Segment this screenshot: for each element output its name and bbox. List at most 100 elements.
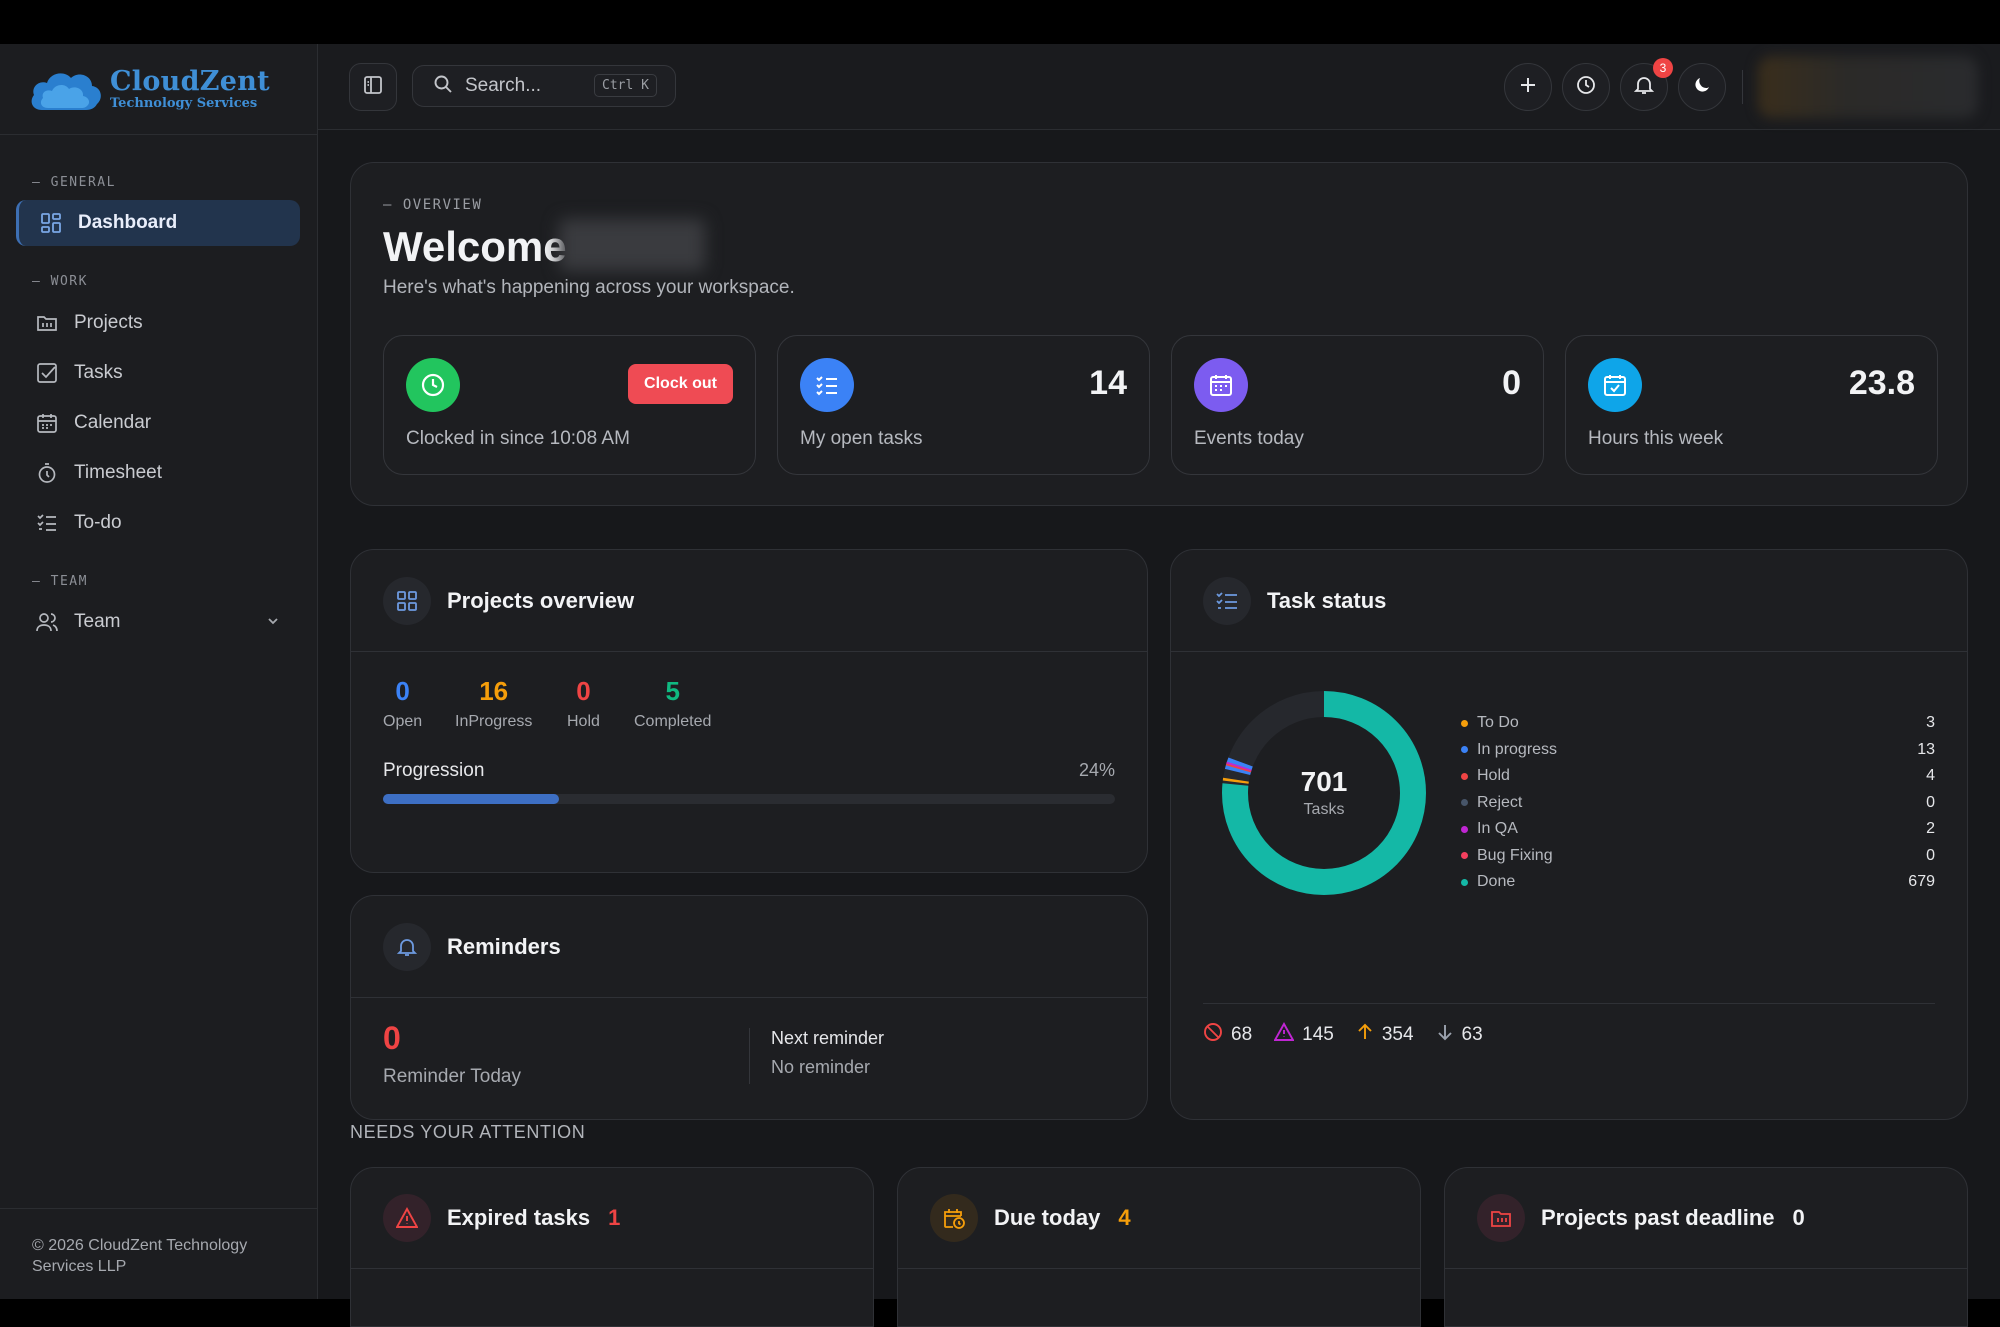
notifications-button[interactable]: 3	[1620, 58, 1673, 111]
search-input[interactable]: Search... Ctrl K	[412, 65, 676, 107]
card-title: Projects overview	[447, 587, 635, 613]
card-title: Reminders	[447, 933, 561, 959]
project-stat-completed[interactable]: 5 Completed	[634, 676, 711, 731]
sidebar-item-tasks[interactable]: Tasks	[16, 350, 300, 396]
legend-value: 0	[1926, 793, 1935, 811]
legend-label: Reject	[1477, 793, 1523, 811]
sidebar-item-team[interactable]: Team	[16, 599, 300, 645]
summary-high-priority[interactable]: 354	[1356, 1023, 1414, 1047]
legend-dot	[1461, 719, 1468, 727]
bell-icon	[383, 922, 431, 971]
card-title: Expired tasks	[447, 1205, 591, 1230]
expired-tasks-card[interactable]: Expired tasks 1	[350, 1167, 874, 1327]
summary-low-priority[interactable]: 63	[1436, 1023, 1483, 1047]
card-title: Due today	[994, 1205, 1101, 1230]
stat-value: 0	[576, 676, 591, 706]
warning-icon	[383, 1194, 431, 1242]
notification-count-badge: 3	[1653, 58, 1673, 78]
search-shortcut-hint: Ctrl K	[594, 74, 657, 97]
sidebar-footer-copyright: © 2026 CloudZent Technology Services LLP	[0, 1208, 317, 1299]
legend-value: 3	[1926, 714, 1935, 731]
sidebar-item-todo[interactable]: To-do	[16, 500, 300, 546]
sidebar-item-label: Calendar	[74, 412, 152, 433]
sidebar-item-calendar[interactable]: Calendar	[16, 400, 300, 446]
user-menu-avatar[interactable]	[1758, 56, 1978, 118]
checkbox-icon	[36, 362, 58, 384]
stat-label: Clocked in since 10:08 AM	[406, 428, 630, 449]
projects-overview-card: Projects overview 0 Open 16 InProgress 0…	[350, 549, 1148, 873]
progression-label: Progression	[383, 760, 485, 781]
stat-card-events-today[interactable]: 0 Events today	[1171, 335, 1544, 475]
legend-dot	[1461, 878, 1468, 886]
summary-overdue[interactable]: 68	[1203, 1022, 1252, 1048]
users-icon	[36, 611, 58, 633]
theme-toggle-button[interactable]	[1678, 63, 1726, 111]
clock-out-button[interactable]: Clock out	[628, 364, 733, 404]
legend-item-reject[interactable]: Reject 0	[1461, 790, 1935, 816]
legend-label: To Do	[1477, 714, 1519, 731]
brand-logo[interactable]: CloudZent Technology Services	[0, 44, 317, 135]
calendar-check-icon	[1588, 358, 1642, 412]
chevron-down-icon[interactable]	[266, 612, 280, 634]
project-stat-inprogress[interactable]: 16 InProgress	[455, 676, 532, 731]
stat-value: 5	[665, 676, 680, 706]
sidebar-item-projects[interactable]: Projects	[16, 300, 300, 346]
clock-icon	[1576, 75, 1596, 100]
cloud-logo-icon	[31, 73, 101, 110]
plus-icon	[1519, 76, 1537, 99]
grid-icon	[40, 212, 62, 234]
stat-label: Open	[383, 713, 423, 730]
stat-card-open-tasks[interactable]: 14 My open tasks	[777, 335, 1150, 475]
legend-dot	[1461, 772, 1468, 780]
section-label-team: — TEAM	[32, 573, 88, 589]
stat-value: 16	[479, 676, 509, 706]
sidebar-item-timesheet[interactable]: Timesheet	[16, 450, 300, 496]
legend-item-todo[interactable]: To Do 3	[1461, 710, 1935, 736]
legend-item-done[interactable]: Done 679	[1461, 869, 1935, 895]
summary-value: 63	[1461, 1024, 1483, 1045]
stat-value: 0	[1502, 364, 1521, 402]
add-button[interactable]	[1504, 63, 1552, 111]
stat-label: InProgress	[455, 713, 533, 730]
projects-past-deadline-card[interactable]: Projects past deadline 0	[1444, 1167, 1968, 1327]
divider	[1203, 1003, 1935, 1004]
overview-card: — OVERVIEW Welcome Here's what's happeni…	[350, 162, 1968, 506]
stat-label: Completed	[634, 713, 712, 730]
legend-value: 679	[1908, 873, 1935, 890]
legend-value: 13	[1917, 740, 1935, 758]
progress-bar	[383, 794, 1115, 804]
sidebar: CloudZent Technology Services — GENERAL …	[0, 44, 318, 1299]
legend-value: 0	[1926, 846, 1935, 864]
summary-warning[interactable]: 145	[1273, 1022, 1334, 1048]
sidebar-toggle-button[interactable]	[349, 63, 397, 111]
legend-dot	[1461, 746, 1468, 753]
stat-card-hours-week[interactable]: 23.8 Hours this week	[1565, 335, 1938, 475]
legend-item-hold[interactable]: Hold 4	[1461, 763, 1935, 789]
due-today-card[interactable]: Due today 4	[897, 1167, 1421, 1327]
reminders-today-label: Reminder Today	[383, 1066, 522, 1087]
screen-top-bezel	[0, 0, 2000, 44]
reminders-card: Reminders 0 Reminder Today Next reminder…	[350, 895, 1148, 1120]
legend-label: In QA	[1477, 820, 1518, 837]
legend-item-in-progress[interactable]: In progress 13	[1461, 737, 1935, 763]
project-stat-hold[interactable]: 0 Hold	[567, 676, 600, 731]
list-check-icon	[36, 512, 58, 534]
attention-section-title: NEEDS YOUR ATTENTION	[350, 1122, 586, 1142]
section-label-work: — WORK	[32, 273, 88, 289]
clock-button[interactable]	[1562, 63, 1610, 111]
donut-total-value: 701	[1300, 766, 1348, 797]
moon-icon	[1692, 75, 1712, 100]
legend-item-bug-fixing[interactable]: Bug Fixing 0	[1461, 843, 1935, 869]
legend-item-in-qa[interactable]: In QA 2	[1461, 816, 1935, 842]
project-stat-open[interactable]: 0 Open	[383, 676, 422, 731]
sidebar-item-dashboard[interactable]: Dashboard	[16, 200, 300, 246]
legend-label: Hold	[1477, 767, 1510, 784]
card-header: Reminders	[351, 896, 1147, 998]
folder-icon	[36, 312, 58, 334]
legend-label: In progress	[1477, 740, 1558, 758]
panel-left-icon	[363, 75, 383, 100]
arrow-up-icon	[1356, 1023, 1374, 1047]
summary-value: 145	[1302, 1024, 1334, 1045]
list-check-icon	[1203, 576, 1251, 625]
progress-bar-fill	[383, 794, 559, 804]
